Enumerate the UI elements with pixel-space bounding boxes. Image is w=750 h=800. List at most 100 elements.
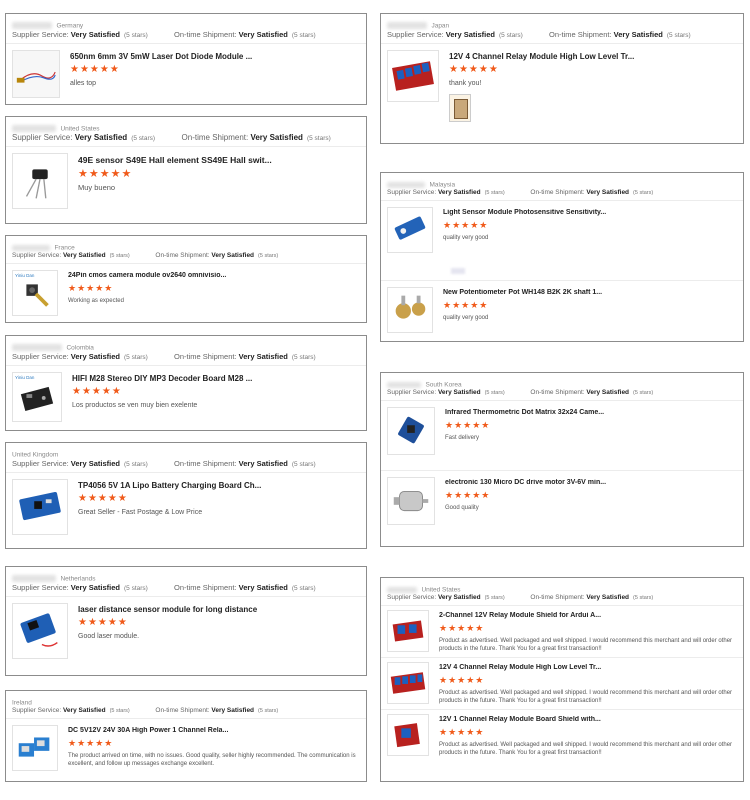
- review-text: alles top: [70, 80, 97, 87]
- product-thumbnail[interactable]: [387, 610, 429, 652]
- review-item: Yiniu Dan 24Pin cmos camera module ov264…: [6, 264, 366, 322]
- star-rating: ★★★★★: [445, 490, 491, 500]
- reviewer-header: Colombia: [6, 336, 366, 352]
- review-text: quality very good: [443, 235, 489, 241]
- reviewer-header: Germany: [6, 14, 366, 30]
- star-rating: ★★★★★: [445, 420, 491, 430]
- reviewer-name-blurred: [387, 22, 427, 30]
- product-title-link[interactable]: 650nm 6mm 3V 5mW Laser Dot Diode Module …: [70, 52, 360, 61]
- star-rating: ★★★★★: [439, 675, 485, 685]
- reviewer-country: United Kingdom: [12, 451, 59, 459]
- product-thumbnail[interactable]: [387, 477, 435, 525]
- review-item: 12V 1 Channel Relay Module Board Shield …: [381, 710, 743, 761]
- review-text: Good laser module.: [78, 633, 140, 640]
- seller-ratings: Supplier Service: Very Satisfied (5 stars…: [6, 705, 366, 719]
- review-card-netherlands: Netherlands Supplier Service: Very Satis…: [5, 566, 367, 676]
- review-card-united-states-1: United States Supplier Service: Very Sat…: [5, 116, 367, 224]
- product-title-link[interactable]: Infrared Thermometric Dot Matrix 32x24 C…: [445, 409, 737, 416]
- product-title-link[interactable]: New Potentiometer Pot WH148 B2K 2K shaft…: [443, 289, 737, 296]
- review-item: TP4056 5V 1A Lipo Battery Charging Board…: [6, 473, 366, 541]
- reviewer-country: France: [54, 244, 75, 252]
- star-rating: ★★★★★: [78, 168, 133, 180]
- reviewer-header: Japan: [381, 14, 743, 30]
- product-title-link[interactable]: HIFI M28 Stereo DIY MP3 Decoder Board M2…: [72, 374, 360, 383]
- reviewer-header: United States: [381, 578, 743, 594]
- review-text: Good quality: [445, 505, 479, 511]
- reviewer-header: Netherlands: [6, 567, 366, 583]
- product-title-link[interactable]: 2-Channel 12V Relay Module Shield for Ar…: [439, 612, 737, 619]
- product-thumbnail[interactable]: [12, 479, 68, 535]
- review-text: Fast delivery: [445, 435, 480, 441]
- review-text: The product arrived on time, with no iss…: [68, 753, 356, 767]
- reviewer-header: United Kingdom: [6, 443, 366, 459]
- product-title-link[interactable]: laser distance sensor module for long di…: [78, 605, 360, 614]
- product-title-link[interactable]: 24Pin cmos camera module ov2640 omnivisi…: [68, 272, 360, 279]
- reviewer-header: France: [6, 236, 366, 252]
- store-watermark: Yiniu Dan: [15, 273, 35, 278]
- product-thumbnail[interactable]: [387, 714, 429, 756]
- reviewer-name-blurred: [12, 22, 52, 30]
- reviewer-header: Ireland: [6, 691, 366, 707]
- product-thumbnail[interactable]: [387, 207, 433, 253]
- review-card-colombia: Colombia Supplier Service: Very Satisfie…: [5, 335, 367, 431]
- product-thumbnail[interactable]: [387, 287, 433, 333]
- review-item: Infrared Thermometric Dot Matrix 32x24 C…: [381, 401, 743, 471]
- review-card-south-korea: South Korea Supplier Service: Very Satis…: [380, 372, 744, 547]
- reviewer-name-blurred: [12, 125, 56, 133]
- product-title-link[interactable]: Light Sensor Module Photosensitive Sensi…: [443, 209, 737, 216]
- product-thumbnail[interactable]: [387, 662, 429, 704]
- star-rating: ★★★★★: [70, 64, 120, 75]
- star-rating: ★★★★★: [449, 64, 499, 75]
- product-thumbnail[interactable]: [387, 50, 439, 102]
- product-title-link[interactable]: 12V 4 Channel Relay Module High Low Leve…: [449, 52, 737, 61]
- review-card-japan: Japan Supplier Service: Very Satisfied (5…: [380, 13, 744, 144]
- reviewer-country: United States: [421, 586, 461, 594]
- star-rating: ★★★★★: [72, 386, 122, 397]
- review-text: quality very good: [443, 315, 489, 321]
- review-text: Los productos se ven muy bien exelente: [72, 402, 198, 409]
- product-title-link[interactable]: 12V 1 Channel Relay Module Board Shield …: [439, 716, 737, 723]
- review-text: Working as expected: [68, 298, 124, 304]
- product-thumbnail[interactable]: [12, 603, 68, 659]
- review-card-united-kingdom: United Kingdom Supplier Service: Very Sa…: [5, 442, 367, 549]
- star-rating: ★★★★★: [68, 738, 114, 748]
- product-thumbnail[interactable]: [12, 725, 58, 771]
- review-text: thank you!: [449, 80, 482, 87]
- seller-ratings: Supplier Service: Very Satisfied (5 stars…: [6, 457, 366, 473]
- product-title-link[interactable]: 12V 4 Channel Relay Module High Low Leve…: [439, 664, 737, 671]
- product-title-link[interactable]: TP4056 5V 1A Lipo Battery Charging Board…: [78, 481, 360, 490]
- review-card-united-states-2: United States Supplier Service: Very Sat…: [380, 577, 744, 782]
- review-item: Light Sensor Module Photosensitive Sensi…: [381, 201, 743, 281]
- reviewer-country: United States: [60, 125, 100, 133]
- reviewer-name-blurred: [387, 381, 421, 388]
- product-title-link[interactable]: 49E sensor S49E Hall element SS49E Hall …: [78, 155, 360, 165]
- review-item: 12V 4 Channel Relay Module High Low Leve…: [381, 658, 743, 710]
- product-thumbnail[interactable]: Yiniu Dan: [12, 270, 58, 316]
- review-text: Product as advertised. Well packaged and…: [439, 690, 733, 704]
- review-item: 2-Channel 12V Relay Module Shield for Ar…: [381, 606, 743, 658]
- star-rating: ★★★★★: [78, 617, 128, 628]
- review-item: 49E sensor S49E Hall element SS49E Hall …: [6, 147, 366, 215]
- reviewer-country: Ireland: [12, 699, 32, 707]
- star-rating: ★★★★★: [78, 493, 128, 504]
- reviewer-country: South Korea: [425, 381, 462, 389]
- product-thumbnail[interactable]: [12, 153, 68, 209]
- review-item: DC 5V12V 24V 30A High Power 1 Channel Re…: [6, 719, 366, 777]
- review-item: 650nm 6mm 3V 5mW Laser Dot Diode Module …: [6, 44, 366, 104]
- product-thumbnail[interactable]: Yiniu Dan: [12, 372, 62, 422]
- reviewer-country: Japan: [431, 22, 450, 30]
- review-text: Great Seller - Fast Postage & Low Price: [78, 509, 203, 516]
- product-thumbnail[interactable]: [12, 50, 60, 98]
- review-item: 12V 4 Channel Relay Module High Low Leve…: [381, 44, 743, 128]
- star-rating: ★★★★★: [443, 300, 489, 310]
- review-card-malaysia: Malaysia Supplier Service: Very Satisfie…: [380, 172, 744, 342]
- review-item: laser distance sensor module for long di…: [6, 597, 366, 665]
- product-title-link[interactable]: electronic 130 Micro DC drive motor 3V-6…: [445, 479, 737, 486]
- redacted-mark: [451, 268, 465, 274]
- star-rating: ★★★★★: [443, 220, 489, 230]
- review-photo-thumbnail[interactable]: [449, 94, 471, 122]
- product-thumbnail[interactable]: [387, 407, 435, 455]
- review-text: Product as advertised. Well packaged and…: [439, 638, 733, 652]
- product-title-link[interactable]: DC 5V12V 24V 30A High Power 1 Channel Re…: [68, 727, 360, 734]
- reviewer-country: Germany: [56, 22, 84, 30]
